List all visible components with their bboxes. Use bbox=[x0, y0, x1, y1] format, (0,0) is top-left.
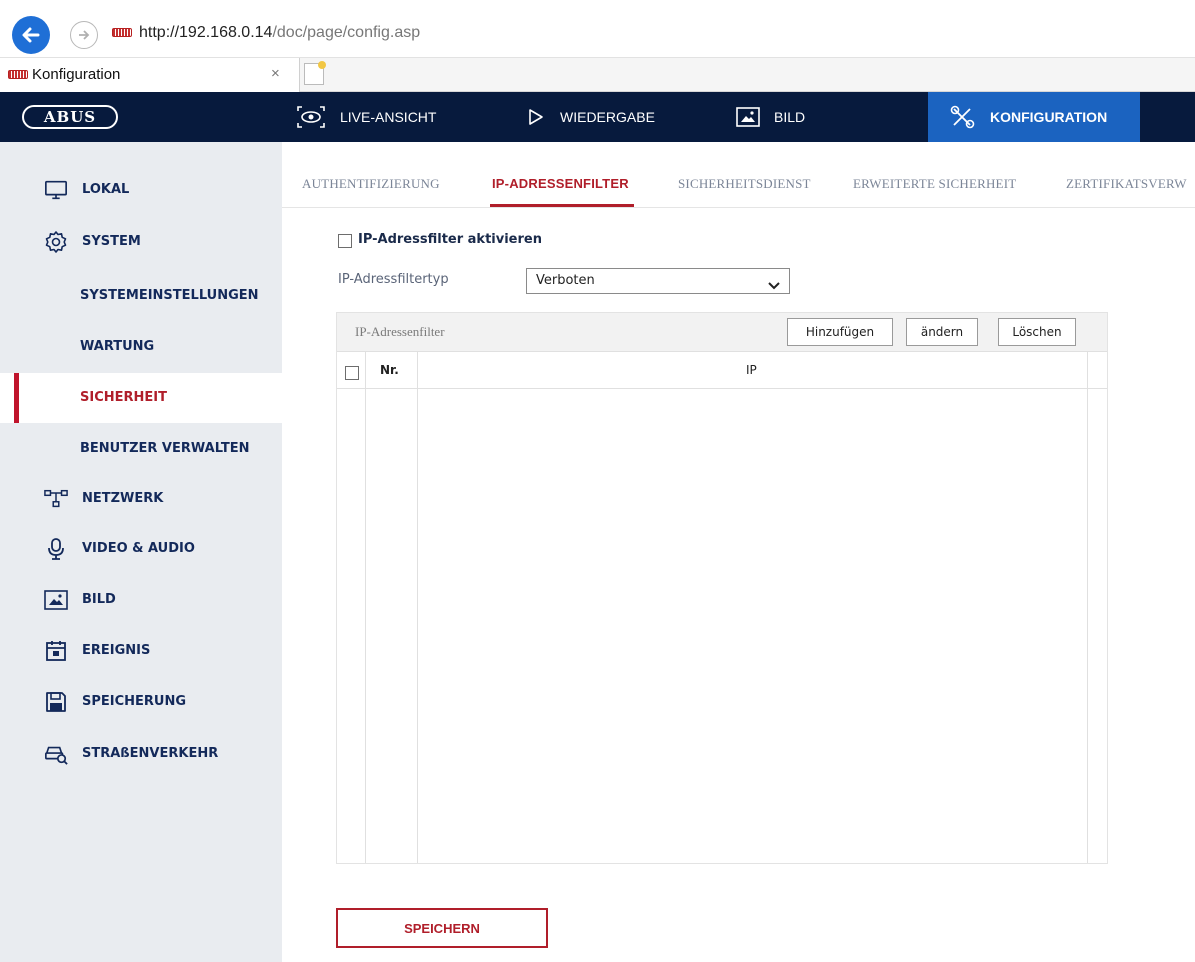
sidebar-item-label: SPEICHERUNG bbox=[82, 694, 187, 709]
filter-type-label: IP-Adressfiltertyp bbox=[338, 272, 449, 287]
top-navigation: ABUS LIVE-ANSICHT WIEDERGABE BILD KONFIG… bbox=[0, 92, 1195, 142]
sidebar-item-video-audio[interactable]: VIDEO & AUDIO bbox=[0, 524, 282, 574]
play-icon bbox=[526, 107, 546, 127]
active-indicator bbox=[14, 373, 19, 423]
gear-icon bbox=[44, 231, 68, 253]
edit-button[interactable]: ändern bbox=[906, 318, 978, 346]
tab-authentifizierung[interactable]: AUTHENTIFIZIERUNG bbox=[302, 176, 440, 192]
browser-tab-strip: Konfiguration × bbox=[0, 58, 1195, 92]
nav-live-ansicht-label: LIVE-ANSICHT bbox=[340, 109, 437, 125]
sidebar-item-label: STRAßENVERKEHR bbox=[82, 746, 219, 761]
sidebar-item-label: BILD bbox=[82, 592, 116, 607]
image-icon bbox=[44, 589, 68, 611]
sidebar-item-ereignis[interactable]: EREIGNIS bbox=[0, 626, 282, 676]
sidebar-item-systemeinstellungen[interactable]: SYSTEMEINSTELLUNGEN bbox=[0, 271, 282, 321]
sidebar-item-wartung[interactable]: WARTUNG bbox=[0, 322, 282, 372]
content-tabs: AUTHENTIFIZIERUNG IP-ADRESSENFILTER SICH… bbox=[282, 142, 1195, 208]
browser-address-bar: http://192.168.0.14/doc/page/config.asp bbox=[0, 0, 1195, 58]
column-header-ip: IP bbox=[746, 363, 757, 377]
filter-type-value: Verboten bbox=[536, 273, 595, 288]
nav-konfiguration-label: KONFIGURATION bbox=[990, 109, 1108, 125]
browser-tab-title: Konfiguration bbox=[32, 66, 121, 83]
column-divider bbox=[417, 351, 418, 863]
calendar-icon bbox=[44, 640, 68, 662]
tab-zertifikatsverwaltung[interactable]: ZERTIFIKATSVERW bbox=[1066, 176, 1187, 192]
forward-button[interactable] bbox=[70, 21, 98, 49]
nav-live-ansicht[interactable]: LIVE-ANSICHT bbox=[296, 92, 486, 142]
save-button[interactable]: SPEICHERN bbox=[336, 908, 548, 948]
nav-bild[interactable]: BILD bbox=[736, 92, 896, 142]
sidebar-item-label: SYSTEMEINSTELLUNGEN bbox=[80, 288, 259, 303]
filter-type-select[interactable]: Verboten bbox=[526, 268, 790, 294]
sidebar-item-label: WARTUNG bbox=[80, 339, 155, 354]
car-search-icon bbox=[44, 743, 68, 765]
floppy-disk-icon bbox=[44, 691, 68, 713]
tab-sicherheitsdienst[interactable]: SICHERHEITSDIENST bbox=[678, 176, 811, 192]
delete-button[interactable]: Löschen bbox=[998, 318, 1076, 346]
table-header-row bbox=[337, 351, 1107, 389]
url-path: /doc/page/config.asp bbox=[272, 24, 421, 41]
sidebar-item-label: SYSTEM bbox=[82, 234, 141, 249]
forward-arrow-icon bbox=[79, 30, 90, 40]
tab-close-icon[interactable]: × bbox=[271, 65, 280, 82]
site-favicon-icon bbox=[112, 28, 132, 37]
nav-bild-label: BILD bbox=[774, 109, 806, 125]
select-all-checkbox[interactable] bbox=[345, 366, 359, 380]
network-icon bbox=[44, 488, 68, 510]
sidebar-item-lokal[interactable]: LOKAL bbox=[0, 165, 282, 215]
image-icon bbox=[736, 107, 760, 127]
column-divider bbox=[365, 351, 366, 863]
tools-icon bbox=[950, 105, 976, 129]
sidebar-item-speicherung[interactable]: SPEICHERUNG bbox=[0, 677, 282, 727]
ip-filter-table-panel: IP-Adressenfilter Hinzufügen ändern Lösc… bbox=[336, 312, 1108, 864]
tab-favicon-icon bbox=[8, 70, 28, 79]
enable-filter-label: IP-Adressfilter aktivieren bbox=[358, 232, 542, 247]
sidebar-item-strassenverkehr[interactable]: STRAßENVERKEHR bbox=[0, 729, 282, 779]
sidebar-item-label: NETZWERK bbox=[82, 491, 164, 506]
sidebar-item-netzwerk[interactable]: NETZWERK bbox=[0, 474, 282, 524]
sidebar-item-sicherheit[interactable]: SICHERHEIT bbox=[0, 373, 282, 423]
tab-erweiterte-sicherheit[interactable]: ERWEITERTE SICHERHEIT bbox=[853, 176, 1016, 192]
chevron-down-icon bbox=[767, 276, 781, 295]
column-header-nr: Nr. bbox=[380, 363, 399, 377]
table-header-bar: IP-Adressenfilter Hinzufügen ändern Lösc… bbox=[337, 313, 1107, 351]
sidebar-item-label: BENUTZER VERWALTEN bbox=[80, 441, 250, 456]
nav-wiedergabe-label: WIEDERGABE bbox=[560, 109, 655, 125]
browser-tab[interactable]: Konfiguration × bbox=[0, 58, 300, 92]
sidebar-item-bild[interactable]: BILD bbox=[0, 575, 282, 625]
url-host: http://192.168.0.14 bbox=[139, 24, 273, 41]
sidebar-item-benutzer-verwalten[interactable]: BENUTZER VERWALTEN bbox=[0, 424, 282, 474]
url-field[interactable]: http://192.168.0.14/doc/page/config.asp bbox=[139, 24, 420, 42]
abus-logo: ABUS bbox=[22, 105, 118, 129]
tab-ip-adressenfilter[interactable]: IP-ADRESSENFILTER bbox=[492, 176, 629, 191]
sidebar-item-label: LOKAL bbox=[82, 182, 130, 197]
back-arrow-icon bbox=[22, 27, 40, 43]
back-button[interactable] bbox=[12, 16, 50, 54]
sidebar-item-system[interactable]: SYSTEM bbox=[0, 217, 282, 267]
sidebar-item-label: SICHERHEIT bbox=[80, 390, 167, 405]
add-button[interactable]: Hinzufügen bbox=[787, 318, 893, 346]
nav-konfiguration[interactable]: KONFIGURATION bbox=[928, 92, 1140, 142]
sidebar-item-label: VIDEO & AUDIO bbox=[82, 541, 195, 556]
monitor-icon bbox=[44, 179, 68, 201]
enable-filter-checkbox[interactable] bbox=[338, 234, 352, 248]
column-divider bbox=[1087, 351, 1088, 863]
nav-wiedergabe[interactable]: WIEDERGABE bbox=[526, 92, 696, 142]
microphone-icon bbox=[44, 538, 68, 560]
sidebar-item-label: EREIGNIS bbox=[82, 643, 151, 658]
eye-camera-icon bbox=[296, 105, 326, 129]
new-tab-icon[interactable] bbox=[304, 61, 326, 85]
active-tab-underline bbox=[490, 204, 634, 207]
table-title: IP-Adressenfilter bbox=[355, 324, 445, 339]
